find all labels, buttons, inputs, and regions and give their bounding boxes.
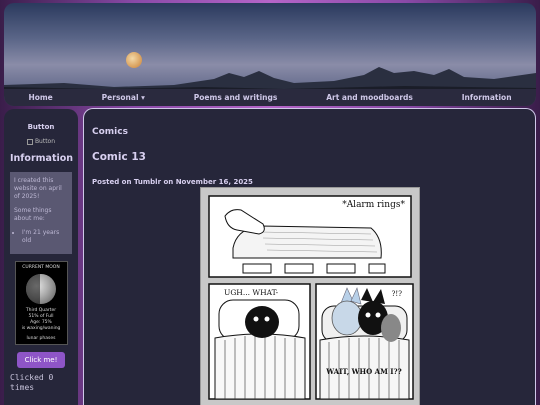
header-banner: Home Personal ▾ Poems and writings Art a…	[4, 3, 536, 106]
button-image-alt: Button	[34, 138, 56, 145]
nav-personal[interactable]: Personal ▾	[102, 93, 145, 102]
page-title: Comic 13	[92, 151, 146, 163]
button-image[interactable]: Button	[10, 138, 72, 145]
info-some: Some things about me:	[14, 207, 52, 222]
panel3-caption: WAIT, WHO AM I??	[325, 367, 402, 376]
nav-poems[interactable]: Poems and writings	[194, 93, 278, 102]
info-box[interactable]: I created this website on april of 2025!…	[10, 172, 72, 254]
moon-phase-widget[interactable]: CURRENT MOON Third Quarter 51% of Full A…	[14, 261, 68, 345]
nav-information[interactable]: Information	[462, 93, 512, 102]
click-counter: Clicked 0 times	[10, 373, 54, 392]
moon-icon	[126, 52, 142, 68]
panel3-caption-question: ?!?	[392, 290, 403, 298]
broken-image-icon	[26, 138, 33, 145]
moon-status: is waxing/waning	[21, 326, 61, 331]
sidebar-button-title: Button	[27, 123, 55, 131]
nav-home[interactable]: Home	[28, 93, 52, 102]
posted-date: Posted on Tumblr on November 16, 2025	[92, 178, 253, 186]
main-content: Comics Comic 13 Posted on Tumblr on Nove…	[83, 108, 536, 405]
info-intro: I created this website on april of 2025!	[14, 177, 62, 200]
panel2-caption: UGH... WHAT-	[224, 288, 279, 297]
comic-image: *Alarm rings* UGH... WHAT- ?!? WAIT, WHO…	[200, 187, 420, 405]
sidebar: Button Button Information I created this…	[4, 109, 78, 405]
panel1-caption: *Alarm rings*	[342, 200, 405, 210]
moon-phase-icon	[26, 274, 56, 304]
click-me-button[interactable]: Click me!	[17, 352, 65, 368]
comic-panel-3: ?!? WAIT, WHO AM I??	[315, 283, 414, 400]
section-title: Comics	[92, 127, 128, 137]
moon-footer: lunar phases	[26, 336, 56, 341]
comic-panel-1: *Alarm rings*	[208, 195, 412, 278]
main-nav: Home Personal ▾ Poems and writings Art a…	[4, 89, 536, 106]
moon-widget-header: CURRENT MOON	[22, 265, 60, 270]
mountain-landscape	[4, 52, 536, 89]
nav-art[interactable]: Art and moodboards	[326, 93, 413, 102]
info-list-item: I'm 21 years old	[22, 229, 68, 245]
information-heading: Information	[10, 153, 74, 164]
comic-panel-2: UGH... WHAT-	[208, 283, 311, 400]
